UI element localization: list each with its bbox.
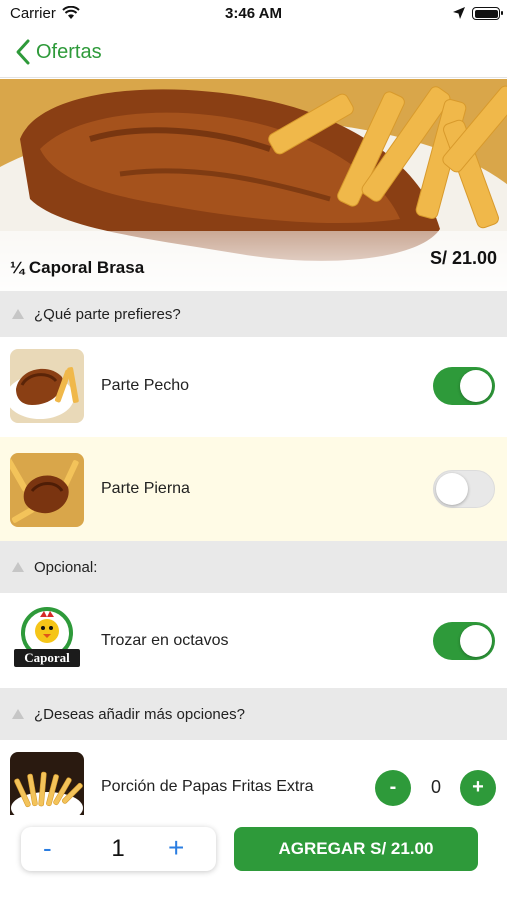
optional-toggle-trozar[interactable] — [433, 621, 495, 660]
collapse-triangle-icon — [12, 309, 24, 319]
product-name: ¼ Caporal Brasa — [10, 258, 145, 277]
product-price: S/ 21.00 — [429, 248, 497, 268]
toggle-knob — [436, 473, 468, 505]
caporal-logo-text: Caporal — [24, 650, 70, 665]
option-label: Parte Pierna — [101, 480, 190, 497]
quantity-decrement-button[interactable]: - — [43, 833, 52, 864]
option-toggle-pecho[interactable] — [433, 367, 495, 405]
back-label: Ofertas — [36, 40, 102, 63]
product-hero: ¼ Caporal Brasa S/ 21.00 — [0, 79, 507, 291]
caporal-logo: Caporal — [10, 603, 84, 677]
french-fries-image — [10, 752, 84, 816]
optional-row-trozar[interactable]: Caporal Trozar en octavos — [0, 593, 507, 688]
chicken-breast-image — [10, 349, 84, 423]
optional-label: Trozar en octavos — [101, 631, 229, 649]
extra-row-papas: Porción de Papas Fritas Extra - 0 + — [0, 740, 507, 816]
chicken-leg-image — [10, 453, 84, 527]
section-header-optional: Opcional: — [0, 541, 507, 593]
quantity-increment-button[interactable]: + — [168, 832, 184, 864]
toggle-knob — [460, 624, 492, 657]
option-toggle-pierna[interactable] — [433, 470, 495, 508]
option-label: Parte Pecho — [101, 377, 190, 394]
chevron-left-icon — [16, 39, 30, 65]
extra-quantity: 0 — [430, 777, 441, 797]
option-row-pecho[interactable]: Parte Pecho — [0, 337, 507, 435]
navigation-bar: Ofertas — [0, 28, 507, 78]
back-button[interactable]: Ofertas — [14, 38, 102, 66]
collapse-triangle-icon — [12, 709, 24, 719]
quantity-stepper: - 1 + — [21, 827, 216, 871]
clock: 3:46 AM — [225, 5, 282, 22]
section-header-extras: ¿Deseas añadir más opciones? — [0, 688, 507, 740]
toggle-knob — [460, 370, 492, 402]
extra-decrement-button[interactable]: - — [375, 770, 411, 806]
extra-label: Porción de Papas Fritas Extra — [101, 778, 314, 795]
extra-increment-button[interactable]: + — [460, 770, 496, 806]
location-arrow-icon — [453, 7, 465, 19]
battery-icon — [472, 7, 503, 20]
section-title: ¿Deseas añadir más opciones? — [34, 705, 245, 723]
section-title: ¿Qué parte prefieres? — [34, 305, 181, 323]
quantity-value: 1 — [111, 835, 125, 862]
section-title: Opcional: — [34, 558, 98, 576]
collapse-triangle-icon — [12, 562, 24, 572]
add-to-cart-button[interactable]: AGREGAR S/ 21.00 — [234, 827, 478, 871]
option-row-pierna[interactable]: Parte Pierna — [0, 437, 507, 541]
status-bar: Carrier 3:46 AM — [0, 0, 507, 28]
section-header-part: ¿Qué parte prefieres? — [0, 291, 507, 337]
bottom-action-bar: - 1 + AGREGAR S/ 21.00 — [0, 815, 507, 900]
